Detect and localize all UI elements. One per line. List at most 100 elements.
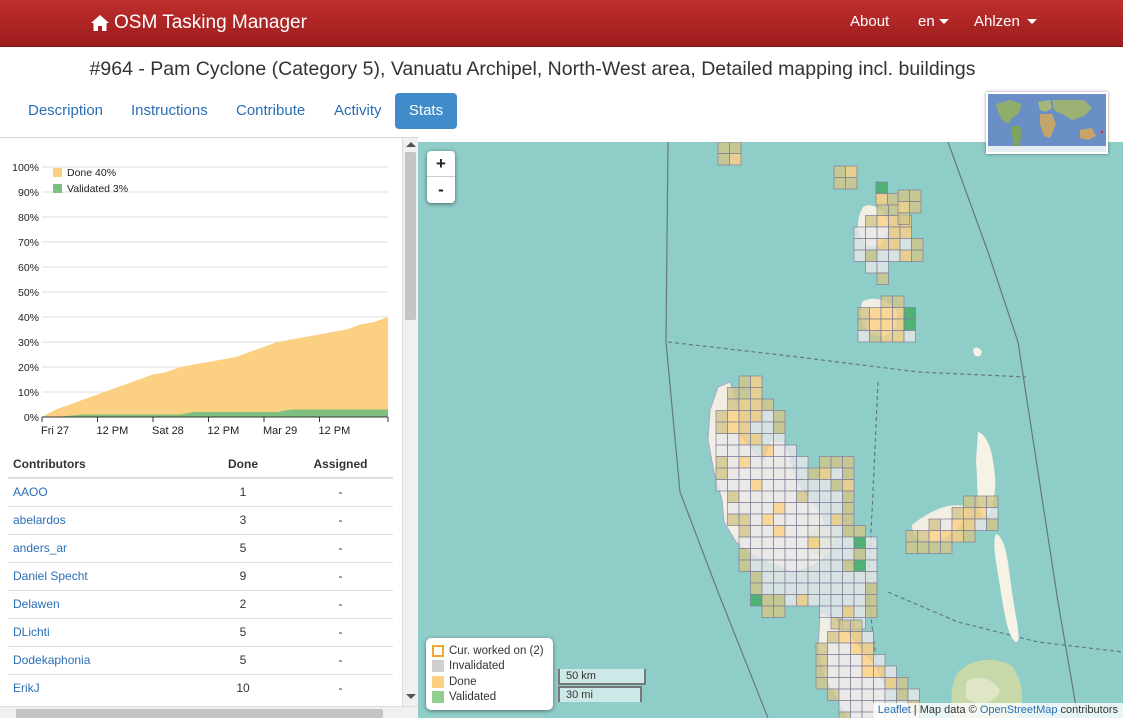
tab-contribute[interactable]: Contribute <box>225 93 316 129</box>
task-cell[interactable] <box>888 238 901 251</box>
task-cell[interactable] <box>830 456 843 469</box>
task-cell[interactable] <box>986 518 999 531</box>
task-cell[interactable] <box>865 238 878 251</box>
task-cell[interactable] <box>796 479 809 492</box>
task-cell[interactable] <box>842 548 855 561</box>
task-cell[interactable] <box>963 507 976 520</box>
task-cell[interactable] <box>838 677 851 690</box>
task-cell[interactable] <box>940 518 953 531</box>
task-cell[interactable] <box>880 307 893 320</box>
task-cell[interactable] <box>819 548 832 561</box>
task-cell[interactable] <box>807 525 820 538</box>
task-cell[interactable] <box>884 677 897 690</box>
task-cell[interactable] <box>727 490 740 503</box>
task-cell[interactable] <box>963 518 976 531</box>
task-cell[interactable] <box>853 594 866 607</box>
task-cell[interactable] <box>974 507 987 520</box>
task-cell[interactable] <box>876 215 889 228</box>
task-cell[interactable] <box>928 541 941 554</box>
task-cell[interactable] <box>738 398 751 411</box>
task-cell[interactable] <box>773 605 786 618</box>
task-cell[interactable] <box>842 536 855 549</box>
zoom-in-button[interactable]: + <box>427 151 455 177</box>
task-cell[interactable] <box>842 490 855 503</box>
scroll-up-arrow-icon[interactable] <box>406 142 416 147</box>
task-cell[interactable] <box>796 571 809 584</box>
task-cell[interactable] <box>761 571 774 584</box>
task-cell[interactable] <box>853 571 866 584</box>
scroll-down-arrow-icon[interactable] <box>406 694 416 699</box>
task-cell[interactable] <box>940 541 953 554</box>
task-cell[interactable] <box>717 153 730 166</box>
task-cell[interactable] <box>861 631 874 644</box>
task-cell[interactable] <box>715 456 728 469</box>
task-cell[interactable] <box>773 479 786 492</box>
task-cell[interactable] <box>865 536 878 549</box>
task-cell[interactable] <box>727 421 740 434</box>
task-cell[interactable] <box>865 548 878 561</box>
task-cell[interactable] <box>830 467 843 480</box>
task-cell[interactable] <box>784 525 797 538</box>
task-cell[interactable] <box>842 456 855 469</box>
task-cell[interactable] <box>750 421 763 434</box>
task-cell[interactable] <box>830 594 843 607</box>
task-cell[interactable] <box>784 594 797 607</box>
task-cell[interactable] <box>865 605 878 618</box>
task-cell[interactable] <box>911 238 924 251</box>
task-cell[interactable] <box>865 261 878 274</box>
task-cell[interactable] <box>715 479 728 492</box>
task-cell[interactable] <box>750 559 763 572</box>
task-cell[interactable] <box>807 548 820 561</box>
task-cell[interactable] <box>853 582 866 595</box>
task-cell[interactable] <box>819 559 832 572</box>
task-cell[interactable] <box>773 582 786 595</box>
task-cell[interactable] <box>750 548 763 561</box>
task-cell[interactable] <box>796 456 809 469</box>
task-cell[interactable] <box>850 677 863 690</box>
task-cell[interactable] <box>761 410 774 423</box>
task-cell[interactable] <box>892 318 905 331</box>
task-cell[interactable] <box>738 456 751 469</box>
task-cell[interactable] <box>905 530 918 543</box>
task-cell[interactable] <box>773 525 786 538</box>
task-cell[interactable] <box>842 525 855 538</box>
task-cell[interactable] <box>796 559 809 572</box>
task-cell[interactable] <box>796 513 809 526</box>
task-cell[interactable] <box>738 410 751 423</box>
task-cell[interactable] <box>842 605 855 618</box>
task-cell[interactable] <box>750 444 763 457</box>
task-cell[interactable] <box>727 479 740 492</box>
task-cell[interactable] <box>717 142 730 154</box>
task-cell[interactable] <box>830 502 843 515</box>
task-cell[interactable] <box>738 375 751 388</box>
task-cell[interactable] <box>940 530 953 543</box>
task-cell[interactable] <box>880 318 893 331</box>
task-cell[interactable] <box>892 295 905 308</box>
contributor-link[interactable]: abelardos <box>13 513 66 527</box>
task-cell[interactable] <box>875 193 888 206</box>
task-cell[interactable] <box>974 495 987 508</box>
task-cell[interactable] <box>761 421 774 434</box>
task-cell[interactable] <box>842 582 855 595</box>
task-cell[interactable] <box>827 677 840 690</box>
task-cell[interactable] <box>807 490 820 503</box>
task-cell[interactable] <box>888 226 901 239</box>
task-cell[interactable] <box>838 654 851 667</box>
task-cell[interactable] <box>853 238 866 251</box>
task-cell[interactable] <box>784 467 797 480</box>
task-cell[interactable] <box>815 642 828 655</box>
task-cell[interactable] <box>761 444 774 457</box>
task-cell[interactable] <box>773 490 786 503</box>
task-cell[interactable] <box>907 688 920 701</box>
task-cell[interactable] <box>727 502 740 515</box>
task-cell[interactable] <box>830 525 843 538</box>
task-cell[interactable] <box>819 502 832 515</box>
task-cell[interactable] <box>842 502 855 515</box>
task-cell[interactable] <box>865 571 878 584</box>
task-cell[interactable] <box>715 421 728 434</box>
task-cell[interactable] <box>892 307 905 320</box>
task-cell[interactable] <box>750 456 763 469</box>
task-cell[interactable] <box>986 495 999 508</box>
task-cell[interactable] <box>750 490 763 503</box>
task-cell[interactable] <box>838 711 851 718</box>
